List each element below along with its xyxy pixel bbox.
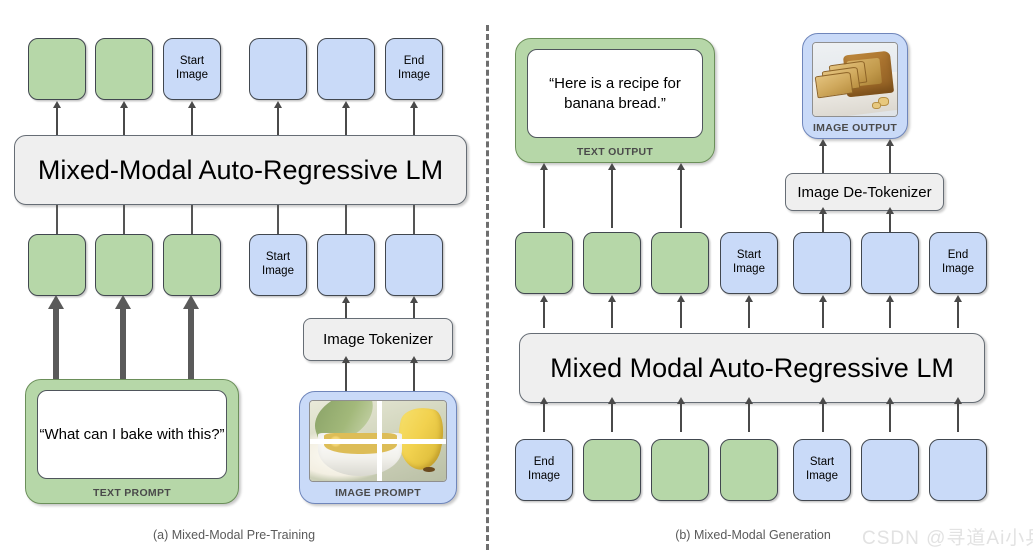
text-output-quote: “Here is a recipe for banana bread.” (527, 49, 703, 138)
token-a-in-2 (163, 234, 221, 296)
arrow-b-in-4 (818, 397, 827, 432)
token-label: Start Image (733, 249, 765, 275)
token-b-in-5 (861, 439, 919, 501)
token-b-in-6 (929, 439, 987, 501)
arrow-a-textprompt-2 (183, 295, 199, 379)
arrow-b-up-1 (607, 295, 616, 328)
token-a-out-1 (95, 38, 153, 100)
arrow-b-detok-out-1 (885, 139, 894, 173)
arrow-b-in-6 (953, 397, 962, 432)
token-a-out-0 (28, 38, 86, 100)
arrow-b-in-5 (885, 397, 894, 432)
token-a-out-2-start-image: Start Image (163, 38, 221, 100)
image-detokenizer-label: Image De-Tokenizer (797, 183, 932, 201)
panel-divider (486, 25, 489, 550)
arrow-a-up-2 (188, 101, 196, 136)
arrow-b-in-2 (676, 397, 685, 432)
image-prompt-thumbnail (309, 400, 447, 482)
arrow-b-detok-out-0 (818, 139, 827, 173)
text-output-panel: “Here is a recipe for banana bread.” TEX… (515, 38, 715, 163)
arrow-a-up-1 (120, 101, 128, 136)
token-b-out-0 (515, 232, 573, 294)
banana-photo (310, 401, 446, 481)
arrow-b-in-3 (744, 397, 753, 432)
arrow-b-up-6 (953, 295, 962, 328)
model-box-pretraining: Mixed-Modal Auto-Regressive LM (14, 135, 467, 205)
figure-canvas: Start Image End Image Mixed-Modal Auto-Reg… (0, 0, 1033, 557)
arrow-b-in-0 (539, 397, 548, 432)
token-a-in-4 (317, 234, 375, 296)
arrow-a-up-0 (53, 101, 61, 136)
image-prompt-label: IMAGE PROMPT (335, 487, 421, 499)
patch-grid-horizontal (310, 439, 446, 445)
arrow-b-detok-in-1 (885, 207, 894, 232)
banana-tip-shape (422, 466, 436, 473)
caption-panel-a: (a) Mixed-Modal Pre-Training (152, 528, 316, 542)
arrow-b-textout-2 (676, 163, 685, 228)
image-tokenizer-label: Image Tokenizer (323, 331, 433, 348)
arrow-a-textprompt-0 (48, 295, 64, 379)
text-prompt-quote: “What can I bake with this?” (37, 390, 227, 479)
token-label: End Image (942, 249, 974, 275)
token-b-out-1 (583, 232, 641, 294)
banana-bread-photo (813, 43, 897, 116)
conn-a-in-2 (191, 205, 193, 235)
arrow-b-up-3 (744, 295, 753, 328)
arrow-b-detok-in-0 (818, 207, 827, 232)
conn-a-in-1 (123, 205, 125, 235)
arrow-a-imgprompt-1 (410, 356, 418, 391)
token-a-out-5-end-image: End Image (385, 38, 443, 100)
token-label: Start Image (176, 55, 208, 81)
model-label: Mixed-Modal Auto-Regressive LM (37, 154, 444, 185)
arrow-b-up-5 (885, 295, 894, 328)
text-prompt-panel: “What can I bake with this?” TEXT PROMPT (25, 379, 239, 504)
arrow-a-textprompt-1 (115, 295, 131, 379)
arrow-b-up-4 (818, 295, 827, 328)
image-prompt-panel: IMAGE PROMPT (299, 391, 457, 504)
model-label: Mixed Modal Auto-Regressive LM (550, 352, 954, 383)
token-label: End Image (528, 456, 560, 482)
token-a-out-3 (249, 38, 307, 100)
arrow-b-in-1 (607, 397, 616, 432)
arrow-b-up-2 (676, 295, 685, 328)
token-b-out-2 (651, 232, 709, 294)
token-a-in-0 (28, 234, 86, 296)
token-b-out-3-start-image: Start Image (720, 232, 778, 294)
token-b-out-6-end-image: End Image (929, 232, 987, 294)
arrow-a-up-3 (274, 101, 282, 136)
token-b-in-4-start-image: Start Image (793, 439, 851, 501)
conn-a-in-4 (345, 205, 347, 235)
token-a-in-3-start-image: Start Image (249, 234, 307, 296)
token-b-in-1 (583, 439, 641, 501)
token-a-in-5 (385, 234, 443, 296)
token-a-out-4 (317, 38, 375, 100)
model-box-generation: Mixed Modal Auto-Regressive LM (519, 333, 985, 403)
token-b-in-3 (720, 439, 778, 501)
token-b-out-5 (861, 232, 919, 294)
token-b-in-0-end-image: End Image (515, 439, 573, 501)
arrow-a-imgprompt-0 (342, 356, 350, 391)
arrow-a-up-5 (410, 101, 418, 136)
conn-a-in-0 (56, 205, 58, 235)
image-tokenizer-box: Image Tokenizer (303, 318, 453, 361)
token-a-in-1 (95, 234, 153, 296)
text-prompt-label: TEXT PROMPT (93, 487, 171, 499)
token-b-out-4 (793, 232, 851, 294)
token-label: Start Image (806, 456, 838, 482)
arrow-a-up-4 (342, 101, 350, 136)
conn-a-in-5 (413, 205, 415, 235)
image-output-label: IMAGE OUTPUT (812, 122, 898, 134)
image-output-panel: IMAGE OUTPUT (802, 33, 908, 139)
csdn-watermark: CSDN @寻道Ai小兵 (862, 528, 1033, 549)
conn-a-in-3 (277, 205, 279, 235)
token-label: End Image (398, 55, 430, 81)
image-output-thumbnail (812, 42, 898, 117)
token-b-in-2 (651, 439, 709, 501)
text-output-label: TEXT OUTPUT (576, 146, 654, 158)
arrow-b-textout-0 (539, 163, 548, 228)
image-detokenizer-box: Image De-Tokenizer (785, 173, 944, 211)
arrow-b-up-0 (539, 295, 548, 328)
token-label: Start Image (262, 251, 294, 277)
arrow-b-textout-1 (607, 163, 616, 228)
